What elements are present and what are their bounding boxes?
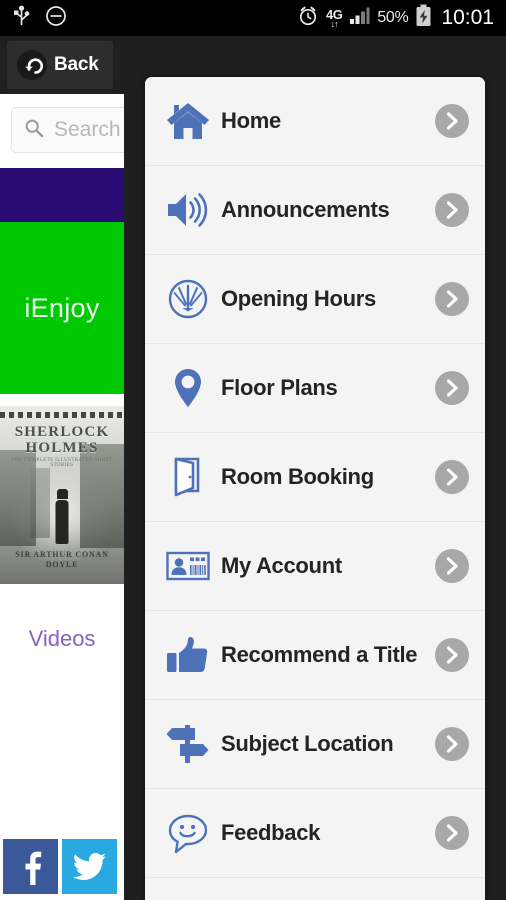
smiley-speech-bubble-icon: [163, 811, 213, 855]
book-cover-author: SIR ARTHUR CONAN DOYLE: [15, 550, 109, 569]
id-card-icon: [163, 544, 213, 588]
book-cover-top-strip: [0, 412, 124, 418]
book-cover-subtitle: THE COMPLETE ILLUSTRATED SHORT STORIES: [11, 458, 113, 468]
home-icon: [163, 99, 213, 143]
menu-item-feedback[interactable]: Feedback: [145, 789, 485, 878]
search-bar: Search: [0, 94, 124, 166]
menu-item-label: Recommend a Title: [221, 642, 418, 667]
menu-item-opening-hours[interactable]: Opening Hours: [145, 255, 485, 344]
menu-item-label: Announcements: [221, 197, 390, 222]
menu-item-my-account[interactable]: My Account: [145, 522, 485, 611]
app-content-column: Search iEnjoy SHERLOCK HOLMES THE COMPLE…: [0, 94, 124, 900]
status-bar: 4G ↓↑ 50% 10:01: [0, 0, 506, 36]
videos-link[interactable]: Videos: [29, 626, 96, 652]
open-door-icon: [163, 455, 213, 499]
menu-item-partial-next[interactable]: [145, 878, 485, 900]
status-bar-left: [0, 5, 67, 32]
search-icon: [24, 118, 44, 143]
back-button[interactable]: Back: [7, 41, 113, 89]
search-input[interactable]: Search: [11, 107, 124, 153]
data-transfer-arrows: ↓↑: [330, 18, 339, 29]
chevron-right-icon[interactable]: [435, 816, 469, 850]
clock-label: 10:01: [441, 6, 494, 29]
menu-item-label: Room Booking: [221, 464, 374, 489]
menu-item-announcements[interactable]: Announcements: [145, 166, 485, 255]
twitter-icon: [72, 852, 106, 880]
twitter-link[interactable]: [62, 839, 117, 894]
menu-overlay-gutter: [124, 94, 146, 900]
book-cover-figure: [55, 500, 69, 544]
facebook-link[interactable]: [3, 839, 58, 894]
search-placeholder: Search: [54, 118, 121, 141]
slide-out-menu: Home Announcements Opening Hours Floor P…: [145, 77, 485, 900]
chevron-right-icon[interactable]: [435, 193, 469, 227]
videos-section: Videos: [0, 584, 124, 694]
book-cover-building-mid: [30, 468, 50, 538]
menu-item-label: Feedback: [221, 820, 321, 845]
menu-item-label: Subject Location: [221, 731, 394, 756]
back-arrow-icon: [17, 50, 47, 80]
social-links: [0, 839, 117, 900]
map-pin-icon: [163, 366, 213, 410]
menu-item-label: Home: [221, 108, 281, 133]
battery-percent-label: 50%: [377, 9, 409, 26]
menu-item-recommend-a-title[interactable]: Recommend a Title: [145, 611, 485, 700]
thumbs-up-icon: [163, 633, 213, 677]
speaker-icon: [163, 188, 213, 232]
menu-item-home[interactable]: Home: [145, 77, 485, 166]
chevron-right-icon[interactable]: [435, 460, 469, 494]
chevron-right-icon[interactable]: [435, 282, 469, 316]
menu-item-floor-plans[interactable]: Floor Plans: [145, 344, 485, 433]
chevron-right-icon[interactable]: [435, 638, 469, 672]
alarm-clock-icon: [297, 5, 319, 32]
phone-screen: 4G ↓↑ 50% 10:01 Back Search iEnjoy SHERL…: [0, 0, 506, 900]
chevron-right-icon[interactable]: [435, 727, 469, 761]
do-not-disturb-icon: [45, 5, 67, 32]
promo-tile[interactable]: iEnjoy: [0, 222, 124, 394]
promo-tile-label: iEnjoy: [24, 292, 100, 323]
chevron-right-icon[interactable]: [435, 104, 469, 138]
usb-icon: [12, 5, 31, 32]
menu-item-subject-location[interactable]: Subject Location: [145, 700, 485, 789]
facebook-icon: [25, 851, 41, 885]
opening-hours-icon: [163, 277, 213, 321]
book-cover-thumbnail[interactable]: SHERLOCK HOLMES THE COMPLETE ILLUSTRATED…: [0, 406, 124, 584]
menu-item-room-booking[interactable]: Room Booking: [145, 433, 485, 522]
menu-item-label: Floor Plans: [221, 375, 338, 400]
menu-item-label: My Account: [221, 553, 342, 578]
menu-item-label: Opening Hours: [221, 286, 376, 311]
network-type-indicator: 4G ↓↑: [326, 8, 343, 29]
chevron-right-icon[interactable]: [435, 549, 469, 583]
back-button-label: Back: [54, 54, 99, 75]
chevron-right-icon[interactable]: [435, 371, 469, 405]
purple-banner[interactable]: [0, 168, 124, 222]
signpost-icon: [163, 722, 213, 766]
status-bar-right: 4G ↓↑ 50% 10:01: [297, 4, 506, 32]
book-cover-title: SHERLOCK HOLMES: [14, 424, 110, 456]
battery-charging-icon: [415, 4, 432, 32]
signal-bars-icon: [349, 6, 370, 30]
